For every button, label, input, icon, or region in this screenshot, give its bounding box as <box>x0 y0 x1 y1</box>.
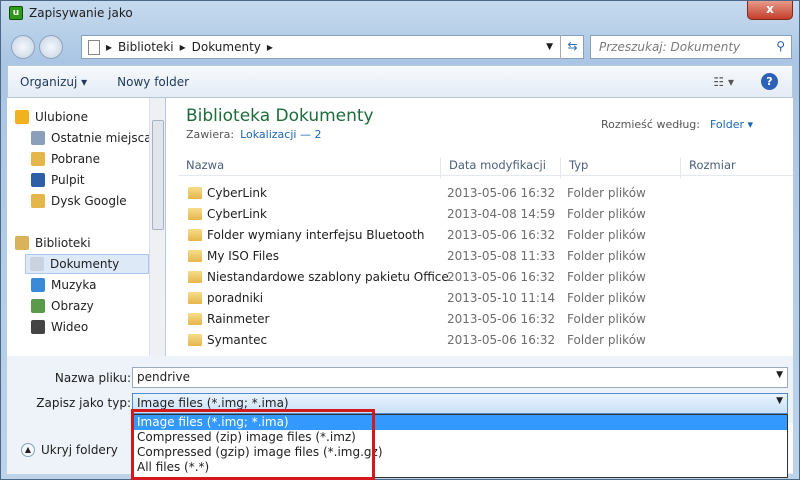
table-row[interactable]: CyberLink 2013-04-08 14:59 Folder plików <box>186 204 800 225</box>
music-icon <box>31 278 45 292</box>
sidebar-item-label: Muzyka <box>51 278 97 292</box>
table-row[interactable]: poradniki 2013-05-10 11:14 Folder plików <box>186 288 800 309</box>
folder-icon <box>188 334 202 346</box>
folder-icon <box>188 313 202 325</box>
sidebar-item-pobrane[interactable]: Pobrane <box>31 149 163 169</box>
search-input[interactable]: Przeszukaj: Dokumenty ⚲ <box>590 35 792 59</box>
search-icon[interactable]: ⚲ <box>776 39 785 53</box>
column-headers: Nazwa Data modyfikacji Typ Rozmiar <box>178 154 793 178</box>
close-button[interactable]: x <box>747 1 793 20</box>
navigation-pane: Ulubione Ostatnie miejsca Pobrane Pulpit Dys… <box>7 98 165 356</box>
recent-icon <box>31 131 45 145</box>
help-icon[interactable]: ? <box>761 73 778 90</box>
refresh-button[interactable]: ⇆ <box>560 35 584 59</box>
arrange-by-dropdown[interactable]: Folder ▾ <box>710 118 753 131</box>
chevron-down-icon[interactable]: ▼ <box>546 42 553 52</box>
app-icon: u <box>9 6 23 20</box>
forward-button[interactable] <box>39 35 63 59</box>
save-as-dialog: u Zapisywanie jako x ▸ Biblioteki ▸ Doku… <box>0 0 800 480</box>
filename-input[interactable]: pendrive ▼ <box>132 367 788 388</box>
filename-label: Nazwa pliku: <box>54 371 131 385</box>
sidebar-item-dysk-google[interactable]: Dysk Google <box>31 191 163 211</box>
address-bar[interactable]: ▸ Biblioteki ▸ Dokumenty ▸ ▼ <box>81 35 584 59</box>
breadcrumb-biblioteki[interactable]: Biblioteki <box>118 40 174 54</box>
pictures-icon <box>31 299 45 313</box>
google-drive-icon <box>31 194 45 208</box>
folder-icon <box>188 250 202 262</box>
organize-button[interactable]: Organizuj ▾ <box>8 75 99 89</box>
table-row[interactable]: Symantec 2013-05-06 16:32 Folder plików <box>186 330 800 351</box>
column-name[interactable]: Nazwa <box>178 158 224 178</box>
breadcrumb-dokumenty[interactable]: Dokumenty <box>192 40 261 54</box>
folder-icon <box>188 187 202 199</box>
column-size[interactable]: Rozmiar <box>680 158 736 178</box>
sidebar-item-label: Pulpit <box>51 173 85 187</box>
file-type-label: Zapisz jako typ: <box>36 396 131 410</box>
document-icon <box>88 39 100 55</box>
title-bar: u Zapisywanie jako <box>9 6 133 20</box>
sidebar-item-obrazy[interactable]: Obrazy <box>31 296 163 316</box>
library-title: Biblioteka Dokumenty <box>186 106 374 126</box>
hide-folders-button[interactable]: ▲ Ukryj foldery <box>21 443 118 457</box>
sidebar-item-label: Biblioteki <box>35 236 91 250</box>
sidebar-item-muzyka[interactable]: Muzyka <box>31 275 163 295</box>
table-row[interactable]: Folder wymiany interfejsu Bluetooth 2013-… <box>186 225 800 246</box>
sidebar-item-ulubione[interactable]: Ulubione <box>15 107 147 127</box>
sidebar-item-dokumenty[interactable]: Dokumenty <box>25 254 149 274</box>
sidebar-item-label: Dokumenty <box>50 257 120 271</box>
table-row[interactable]: My ISO Files 2013-05-08 11:33 Folder plikó… <box>186 246 800 267</box>
table-row[interactable]: Rainmeter 2013-05-06 16:32 Folder plików <box>186 309 800 330</box>
sidebar-item-label: Ostatnie miejsca <box>51 131 152 145</box>
chevron-up-icon: ▲ <box>21 443 35 457</box>
folder-icon <box>188 271 202 283</box>
sidebar-item-label: Ulubione <box>35 110 89 124</box>
highlight-box <box>131 409 375 480</box>
column-type[interactable]: Typ <box>560 158 588 178</box>
folder-icon <box>188 292 202 304</box>
sidebar-item-wideo[interactable]: Wideo <box>31 317 163 337</box>
documents-icon <box>30 257 44 271</box>
sidebar-item-pulpit[interactable]: Pulpit <box>31 170 163 190</box>
folder-icon <box>188 229 202 241</box>
sidebar-item-ostatnie-miejsca[interactable]: Ostatnie miejsca <box>31 128 163 148</box>
folder-icon <box>188 208 202 220</box>
back-button[interactable] <box>11 35 35 59</box>
chevron-down-icon[interactable]: ▼ <box>776 370 783 380</box>
toolbar: Organizuj ▾ Nowy folder ☷ ▾ ? <box>7 65 793 98</box>
window-title: Zapisywanie jako <box>29 6 133 20</box>
video-icon <box>31 320 45 334</box>
new-folder-button[interactable]: Nowy folder <box>105 75 201 89</box>
column-date[interactable]: Data modyfikacji <box>440 158 546 178</box>
table-row[interactable]: Niestandardowe szablony pakietu Office 20… <box>186 267 800 288</box>
sidebar-item-biblioteki[interactable]: Biblioteki <box>15 233 147 253</box>
downloads-icon <box>31 152 45 166</box>
table-row[interactable]: CyberLink 2013-05-06 16:32 Folder plików <box>186 183 800 204</box>
sidebar-item-label: Pobrane <box>51 152 101 166</box>
locations-link[interactable]: Lokalizacji — 2 <box>240 128 321 141</box>
libraries-icon <box>15 236 29 250</box>
chevron-down-icon[interactable]: ▼ <box>776 396 783 406</box>
view-options-icon[interactable]: ☷ ▾ <box>713 75 734 89</box>
sidebar-item-label: Obrazy <box>51 299 94 313</box>
sidebar-scrollbar[interactable] <box>149 98 165 356</box>
sidebar-item-label: Wideo <box>51 320 89 334</box>
scrollbar-thumb[interactable] <box>152 120 164 230</box>
desktop-icon <box>31 173 45 187</box>
sidebar-item-label: Dysk Google <box>51 194 127 208</box>
star-icon <box>15 110 29 124</box>
file-list-pane: Biblioteka Dokumenty Zawiera: Lokalizacji… <box>166 98 793 356</box>
